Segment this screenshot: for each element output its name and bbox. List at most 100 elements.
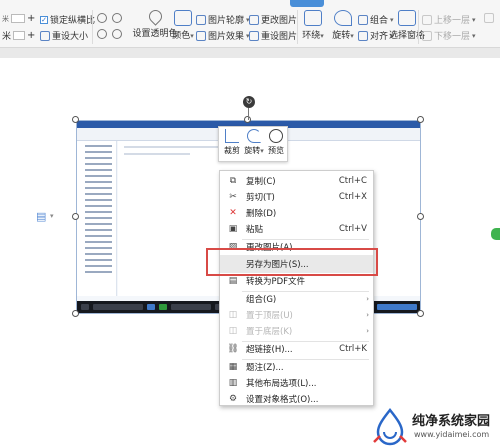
picture-mini-toolbar: 裁剪 旋转▾ 预览 [218, 126, 288, 162]
bring-forward-icon [422, 14, 432, 25]
send-backward-button[interactable]: 下移一层 ▾ [422, 29, 476, 42]
resize-handle-left[interactable] [72, 213, 79, 220]
watermark-url: www.yidaimei.com [414, 430, 490, 439]
plus-icon[interactable]: + [27, 30, 35, 41]
layout-icon: ▥ [228, 378, 238, 388]
chevron-right-icon: › [366, 295, 369, 303]
rotate-handle-icon[interactable]: ↻ [243, 96, 255, 108]
reset-size-icon [40, 30, 50, 41]
mini-rotate-button[interactable]: 旋转▾ [243, 129, 265, 156]
menu-item-send-to-back[interactable]: ◫ 置于底层(K) › [220, 323, 373, 339]
layout-options-icon[interactable]: ▤ [36, 210, 48, 223]
picture-row [124, 153, 191, 155]
crop-button[interactable]: 裁剪 [221, 129, 243, 156]
height-field[interactable]: 米 + [2, 13, 35, 24]
menu-item-cut[interactable]: ✂ 剪切(T) Ctrl+X [220, 189, 373, 205]
chevron-down-icon: ▾ [472, 15, 476, 24]
plus-icon[interactable]: + [27, 13, 35, 24]
highlight-callout [206, 248, 378, 276]
rotate-icon [334, 10, 352, 26]
resize-handle-tr[interactable] [417, 116, 424, 123]
preview-button[interactable]: 预览 [265, 129, 287, 156]
resize-handle-br[interactable] [417, 310, 424, 317]
paste-icon: ▣ [228, 224, 238, 234]
rotate-handle-stem [248, 108, 249, 120]
menu-item-shortcut: Ctrl+X [338, 192, 367, 202]
menu-item-label: 置于顶层(U) [246, 311, 293, 321]
outline-label: 图片轮廓 [208, 16, 245, 26]
flip-right-button[interactable] [112, 29, 122, 39]
menu-item-format-object[interactable]: ⚙ 设置对象格式(O)... [220, 391, 373, 407]
height-input[interactable] [11, 14, 25, 23]
reset-picture-label: 重设图片 [261, 32, 298, 42]
menu-item-layout-options[interactable]: ▥ 其他布局选项(L)... [220, 375, 373, 391]
crop-label: 裁剪 [224, 146, 240, 155]
menu-item-caption[interactable]: ▦ 题注(Z)... [220, 359, 373, 375]
side-panel-tab[interactable] [491, 228, 500, 240]
width-input[interactable] [13, 31, 26, 40]
picture-line [85, 181, 112, 183]
resize-handle-bl[interactable] [72, 310, 79, 317]
send-to-back-icon: ◫ [228, 326, 238, 336]
menu-item-delete[interactable]: ✕ 删除(D) [220, 205, 373, 221]
menu-item-copy[interactable]: ⧉ 复制(C) Ctrl+C [220, 173, 373, 189]
change-picture-button[interactable]: 更改图片 [249, 13, 297, 26]
rotate-left-button[interactable] [97, 13, 107, 23]
picture-line [85, 211, 112, 213]
rotate-right-icon [112, 13, 122, 23]
tab-picture-tools[interactable] [290, 0, 324, 7]
menu-item-bring-to-front[interactable]: ◫ 置于顶层(U) › [220, 307, 373, 323]
picture-line [85, 241, 112, 243]
picture-line [85, 163, 112, 165]
menu-item-label: 剪切(T) [246, 193, 275, 203]
reset-picture-icon [249, 30, 259, 41]
picture-line [85, 259, 112, 261]
menu-item-group[interactable]: 组合(G) › [220, 291, 373, 307]
wrap-button[interactable]: 环绕▾ [298, 10, 328, 41]
pdf-icon: ▤ [228, 276, 238, 286]
change-picture-label: 更改图片 [261, 16, 298, 26]
resize-handle-right[interactable] [417, 213, 424, 220]
picture-line [85, 145, 112, 147]
watermark: 纯净系统家园 www.yidaimei.com [370, 406, 500, 448]
picture-line [85, 253, 112, 255]
width-field[interactable]: 米 + [2, 29, 35, 42]
rotate-right-button[interactable] [112, 13, 122, 23]
menu-item-label: 粘贴 [246, 225, 264, 235]
picture-line [85, 223, 112, 225]
rotate-label: 旋转 [332, 31, 351, 41]
picture-line [85, 271, 112, 273]
effects-icon [196, 30, 206, 41]
menu-item-paste[interactable]: ▣ 粘贴 Ctrl+V [220, 221, 373, 237]
menu-item-label: 题注(Z)... [246, 363, 284, 373]
picture-line [85, 247, 112, 249]
copy-icon: ⧉ [229, 176, 237, 186]
send-backward-label: 下移一层 [434, 32, 471, 42]
send-backward-icon [422, 30, 432, 41]
color-button[interactable]: 颜色▾ [166, 10, 200, 41]
caption-icon: ▦ [228, 362, 238, 372]
chevron-down-icon[interactable]: ▾ [50, 212, 54, 220]
lock-ratio-checkbox[interactable]: ✓ 锁定纵横比 [40, 13, 95, 26]
resize-handle-tl[interactable] [72, 116, 79, 123]
wrap-text-icon [304, 10, 322, 26]
menu-item-label: 删除(D) [246, 209, 277, 219]
more-icon[interactable] [484, 13, 494, 23]
rotate-button[interactable]: 旋转▾ [328, 10, 358, 41]
group-icon [358, 14, 368, 25]
rotate-icon [247, 129, 261, 143]
reset-picture-button[interactable]: 重设图片 [249, 29, 297, 42]
bring-forward-button[interactable]: 上移一层 ▾ [422, 13, 476, 26]
flip-left-button[interactable] [97, 29, 107, 39]
menu-item-label: 组合(G) [246, 295, 277, 305]
reset-size-button[interactable]: 重设大小 [40, 29, 88, 42]
color-label: 颜色 [172, 31, 191, 41]
picture-line [85, 199, 112, 201]
watermark-title: 纯净系统家园 [412, 414, 491, 429]
chevron-down-icon: ▾ [260, 147, 264, 155]
picture-outline-button[interactable]: 图片轮廓 ▾ [196, 13, 250, 26]
picture-effects-button[interactable]: 图片效果 ▾ [196, 29, 250, 42]
menu-item-hyperlink[interactable]: ⛓ 超链接(H)... Ctrl+K [220, 341, 373, 357]
picture-line [85, 169, 112, 171]
scissors-icon: ✂ [229, 192, 237, 202]
